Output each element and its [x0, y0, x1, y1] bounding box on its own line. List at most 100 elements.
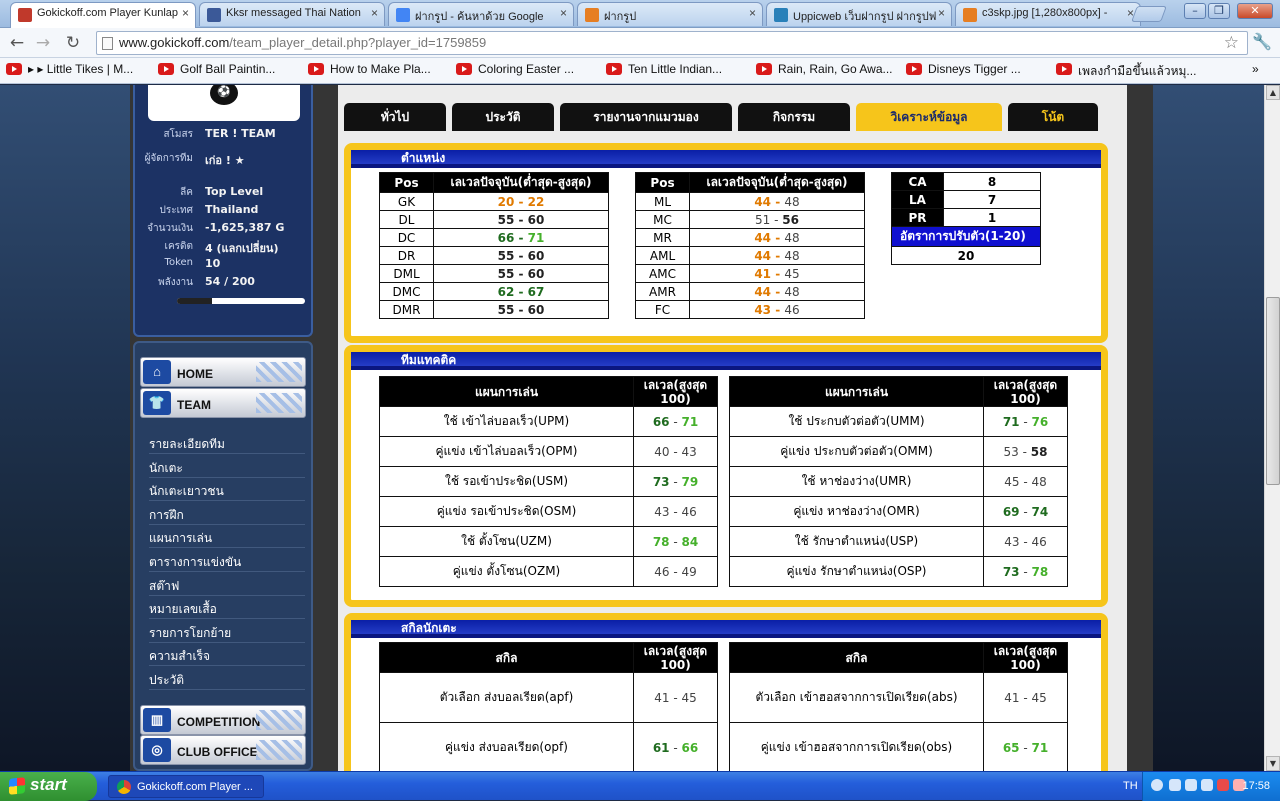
menu-subitem[interactable]: ความสำเร็จ [149, 643, 305, 667]
security-shield-icon[interactable] [1217, 779, 1229, 791]
position-cell: DMC [379, 282, 434, 301]
menu-subitem[interactable]: นักเตะเยาวชน [149, 478, 305, 502]
youtube-icon [456, 63, 472, 75]
profile-value: -1,625,387 G [205, 221, 285, 234]
menu-competition-button[interactable]: ▥ COMPETITION [140, 705, 306, 735]
scroll-up-arrow-icon[interactable]: ▲ [1266, 85, 1280, 100]
level-cell: 69 - 74 [983, 496, 1068, 527]
team-logo: ⚽ [148, 85, 300, 121]
profile-value: 54 / 200 [205, 275, 255, 288]
close-icon[interactable]: × [938, 6, 945, 20]
rating-value: 1 [943, 208, 1041, 227]
table-row: คู่แข่ง ตั้งโซน(OZM) 46 - 49 [379, 556, 718, 587]
bookmark-star-icon[interactable]: ☆ [1224, 33, 1239, 53]
tactics-name-header: แผนการเล่น [729, 376, 984, 407]
reload-icon[interactable]: ↻ [62, 32, 84, 54]
bookmark-item[interactable]: Golf Ball Paintin... [158, 62, 275, 76]
browser-tab-strip: Gokickoff.com Player Kunlap × Kksr message… [0, 0, 1280, 28]
level-sep: - [1019, 740, 1032, 755]
menu-subitem[interactable]: ประวัติ [149, 667, 305, 690]
table-row: AML 44 - 48 [635, 246, 865, 265]
minimize-icon[interactable]: – [1184, 3, 1206, 19]
bookmark-item[interactable]: Rain, Rain, Go Awa... [756, 62, 893, 76]
browser-tab[interactable]: ฝากรูป - ค้นหาด้วย Google × [388, 2, 574, 26]
skills-name-header: สกิล [379, 642, 634, 673]
language-indicator[interactable]: TH [1123, 780, 1138, 792]
skills-heading: สกิลนักเตะ [351, 620, 1101, 638]
close-icon[interactable]: × [560, 6, 567, 20]
browser-tab[interactable]: Gokickoff.com Player Kunlap × [10, 2, 196, 28]
bookmark-label: Ten Little Indian... [628, 62, 723, 76]
bookmark-item[interactable]: เพลงกำมือขึ้นแล้วหมุ... [1056, 62, 1196, 81]
table-row: MC 51 - 56 [635, 210, 865, 229]
level-sep: - [771, 230, 785, 245]
close-icon[interactable]: × [749, 6, 756, 20]
menu-club-office-button[interactable]: ◎ CLUB OFFICE [140, 735, 306, 765]
browser-tab[interactable]: Uppicweb เว็บฝากรูป ฝากรูปฟ × [766, 2, 952, 26]
bookmark-item[interactable]: Coloring Easter ... [456, 62, 574, 76]
menu-subitem[interactable]: นักเตะ [149, 455, 305, 478]
taskbar-chrome-task[interactable]: Gokickoff.com Player ... [108, 775, 264, 798]
content-tab[interactable]: โน้ต [1008, 103, 1098, 131]
level-cell: 45 - 48 [983, 466, 1068, 497]
position-cell: DMR [379, 300, 434, 319]
table-row: AMC 41 - 45 [635, 264, 865, 283]
content-tab[interactable]: รายงานจากแมวมอง [560, 103, 732, 131]
forward-arrow-icon[interactable]: → [32, 32, 54, 54]
level-min: 55 [497, 248, 515, 263]
content-tab[interactable]: วิเคราะห์ข้อมูล [856, 103, 1002, 131]
level-cell: 62 - 67 [433, 282, 609, 301]
table-row: DMC 62 - 67 [379, 282, 609, 301]
menu-subitem[interactable]: รายละเอียดทีม [149, 431, 305, 454]
level-sep: - [770, 212, 783, 227]
bookmarks-overflow-icon[interactable]: » [1252, 62, 1259, 76]
address-bar[interactable]: www.gokickoff.com/team_player_detail.php… [96, 31, 1248, 55]
menu-subitem[interactable]: สต๊าฟ [149, 573, 305, 596]
energy-bar-fill [177, 298, 212, 304]
content-tab[interactable]: กิจกรรม [738, 103, 850, 131]
browser-tab[interactable]: Kksr messaged Thai Nation × [199, 2, 385, 26]
bookmark-label: How to Make Pla... [330, 62, 431, 76]
volume-icon[interactable] [1201, 779, 1213, 791]
level-min: 40 [654, 444, 670, 459]
network-icon[interactable] [1185, 779, 1197, 791]
bookmark-item[interactable]: Ten Little Indian... [606, 62, 722, 76]
maximize-icon[interactable]: ❐ [1208, 3, 1230, 19]
back-arrow-icon[interactable]: ← [6, 32, 28, 54]
content-tab[interactable]: ประวัติ [452, 103, 554, 131]
bookmark-item[interactable]: How to Make Pla... [308, 62, 431, 76]
scroll-thumb[interactable] [1266, 297, 1280, 485]
content-tab[interactable]: ทั่วไป [344, 103, 446, 131]
menu-subitem[interactable]: ตารางการแข่งขัน [149, 549, 305, 572]
menu-subitem[interactable]: การฝึก [149, 502, 305, 525]
wrench-menu-icon[interactable]: 🔧 [1252, 32, 1272, 51]
scroll-down-arrow-icon[interactable]: ▼ [1266, 756, 1280, 771]
level-min: 55 [497, 266, 515, 281]
new-tab-button[interactable] [1131, 6, 1167, 22]
browser-tab[interactable]: c3skp.jpg [1,280x800px] - × [955, 2, 1141, 26]
vertical-scrollbar[interactable]: ▲ ▼ [1264, 85, 1280, 771]
menu-subitem[interactable]: แผนการเล่น [149, 525, 305, 549]
menu-button-label: TEAM [177, 398, 211, 412]
profile-label: สโมสร [163, 129, 193, 140]
tray-expand-icon[interactable] [1151, 779, 1163, 791]
close-icon[interactable]: × [371, 6, 378, 20]
level-sep: - [514, 230, 528, 245]
table-header-row: สกิล เลเวล(สูงสุด 100) [379, 642, 718, 673]
bookmark-label: Rain, Rain, Go Awa... [778, 62, 893, 76]
start-button[interactable]: start [0, 772, 97, 801]
browser-tab[interactable]: ฝากรูป × [577, 2, 763, 26]
bookmark-item[interactable]: ▸ ▸ Little Tikes | M... [6, 62, 133, 76]
table-header-row: Pos เลเวลปัจจุบัน(ต่ำสุด-สูงสุด) [379, 172, 609, 193]
position-cell: DML [379, 264, 434, 283]
level-sep: - [669, 414, 682, 429]
menu-team-button[interactable]: 👕 TEAM [140, 388, 306, 418]
close-icon[interactable]: × [182, 6, 189, 20]
bluetooth-icon[interactable] [1169, 779, 1181, 791]
window-close-icon[interactable]: ✕ [1237, 3, 1273, 19]
menu-subitem[interactable]: รายการโยกย้าย [149, 620, 305, 643]
menu-home-button[interactable]: ⌂ HOME [140, 357, 306, 387]
bookmark-item[interactable]: Disneys Tigger ... [906, 62, 1021, 76]
page-viewport: ⚽ สโมสร TER ! TEAM ผู้จัดการทีม เก่อ ! ★ ลีค… [0, 85, 1264, 771]
menu-subitem[interactable]: หมายเลขเสื้อ [149, 596, 305, 620]
